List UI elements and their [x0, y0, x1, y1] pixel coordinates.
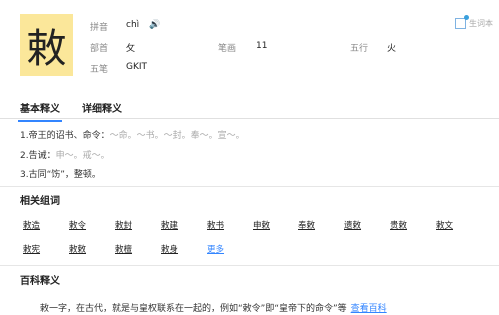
baike-title: 百科释义: [20, 276, 60, 287]
related-word-link[interactable]: 敕文: [436, 219, 453, 231]
wuxing-value: 火: [387, 44, 397, 54]
divider: [0, 186, 499, 187]
tab-basic[interactable]: 基本释义: [18, 100, 62, 122]
more-words-link[interactable]: 更多: [207, 243, 224, 255]
character-display: 敕: [20, 14, 73, 76]
related-word-link[interactable]: 敕封: [115, 219, 132, 231]
strokes-value: 11: [256, 41, 268, 51]
add-to-wordbook-icon: [455, 15, 469, 29]
strokes-label: 笔画: [218, 44, 237, 54]
divider: [0, 265, 499, 266]
wubi-value: GKIT: [126, 62, 148, 72]
related-word-link[interactable]: 敕令: [69, 219, 86, 231]
related-word-link[interactable]: 敕造: [23, 219, 40, 231]
speaker-icon[interactable]: 🔊: [149, 20, 160, 30]
wuxing-label: 五行: [350, 44, 369, 54]
related-word-link[interactable]: 敕敕: [69, 243, 86, 255]
related-word-link[interactable]: 敕书: [207, 219, 224, 231]
definition-item: 3.古同“饬”，整顿。: [20, 170, 101, 180]
radical-value: 攵: [126, 44, 136, 54]
related-word-link[interactable]: 申敕: [253, 219, 270, 231]
related-word-link[interactable]: 敕建: [161, 219, 178, 231]
add-to-wordbook-label: 生词本: [469, 19, 493, 28]
related-words-title: 相关组词: [20, 196, 60, 207]
view-baike-link[interactable]: 查看百科: [351, 304, 387, 314]
related-word-link[interactable]: 遗敕: [344, 219, 361, 231]
related-word-link[interactable]: 敕宪: [23, 243, 40, 255]
radical-label: 部首: [90, 44, 109, 54]
wubi-label: 五笔: [90, 65, 109, 75]
related-word-link[interactable]: 奉敕: [298, 219, 315, 231]
definition-item: 1.帝王的诏书、命令：～命。～书。～封。奉～。宣～。: [20, 131, 245, 141]
related-word-link[interactable]: 敕檀: [115, 243, 132, 255]
baike-text: 敕一字，在古代，就是与皇权联系在一起的，例如“敕令”即“皇帝下的命令”等: [40, 304, 347, 314]
baike-summary: 敕一字，在古代，就是与皇权联系在一起的，例如“敕令”即“皇帝下的命令”等 查看百科: [40, 301, 387, 314]
related-word-link[interactable]: 敕身: [161, 243, 178, 255]
definition-tabs: 基本释义 详细释义: [0, 96, 499, 122]
pinyin-value: chì: [126, 20, 140, 30]
tab-detailed[interactable]: 详细释义: [82, 100, 122, 115]
related-word-link[interactable]: 贵敕: [390, 219, 407, 231]
definition-item: 2.告诫：申～。戒～。: [20, 151, 110, 161]
add-to-wordbook-button[interactable]: 生词本: [455, 15, 493, 29]
pinyin-label: 拼音: [90, 23, 109, 33]
